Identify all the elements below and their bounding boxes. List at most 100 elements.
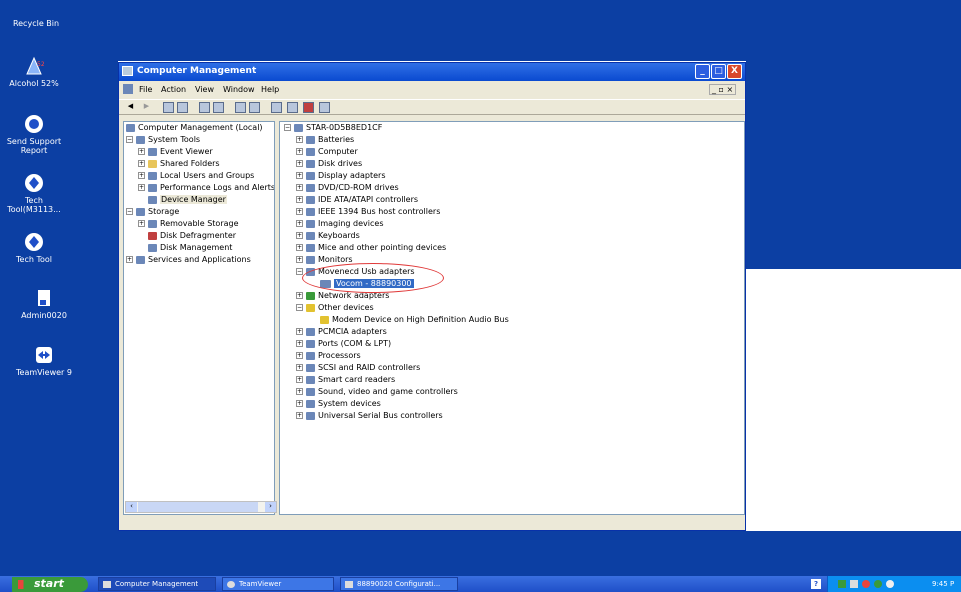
collapse-icon[interactable]: − (126, 136, 133, 143)
desktop-icon-tech-tool-m3113[interactable]: Tech Tool(M3113... (2, 173, 66, 214)
tree-item[interactable]: Disk Defragmenter (148, 230, 236, 242)
device-category[interactable]: + IEEE 1394 Bus host controllers (296, 206, 440, 218)
menu-help[interactable]: Help (261, 85, 279, 94)
scroll-right-icon[interactable]: › (265, 502, 276, 512)
tree-item[interactable]: − System Tools (126, 134, 200, 146)
menu-view[interactable]: View (195, 85, 214, 94)
desktop-icon-admin0020[interactable]: Admin0020 (12, 288, 76, 320)
expand-icon[interactable]: + (138, 148, 145, 155)
help-icon[interactable] (235, 102, 246, 113)
device-category[interactable]: + PCMCIA adapters (296, 326, 387, 338)
expand-icon[interactable]: + (296, 196, 303, 203)
menu-action[interactable]: Action (161, 85, 186, 94)
tree-item[interactable]: Disk Management (148, 242, 232, 254)
collapse-icon[interactable]: − (284, 124, 291, 131)
device-root[interactable]: − STAR-0D5B8ED1CF (284, 122, 382, 134)
horizontal-scrollbar[interactable]: ‹ › (125, 501, 277, 513)
shield-icon[interactable] (862, 580, 870, 588)
expand-icon[interactable]: + (296, 412, 303, 419)
expand-icon[interactable]: + (138, 220, 145, 227)
device-category[interactable]: + Computer (296, 146, 358, 158)
expand-icon[interactable]: + (138, 184, 145, 191)
device-category[interactable]: + Imaging devices (296, 218, 384, 230)
expand-icon[interactable]: + (296, 136, 303, 143)
expand-icon[interactable]: + (296, 256, 303, 263)
expand-icon[interactable]: + (138, 160, 145, 167)
device-category[interactable]: + Sound, video and game controllers (296, 386, 458, 398)
forward-arrow-icon[interactable]: ▶ (141, 102, 152, 113)
expand-icon[interactable]: + (296, 220, 303, 227)
tree-item[interactable]: + Removable Storage (138, 218, 239, 230)
tree-item-device-manager[interactable]: Device Manager (148, 194, 227, 206)
desktop-icon-recycle-bin[interactable]: Recycle Bin (4, 2, 68, 28)
desktop-icon-teamviewer[interactable]: TeamViewer 9 (12, 345, 76, 377)
maximize-button[interactable]: □ (711, 64, 726, 79)
expand-icon[interactable]: + (296, 232, 303, 239)
scan-hardware-icon[interactable] (271, 102, 282, 113)
tree-item[interactable]: + Event Viewer (138, 146, 213, 158)
expand-icon[interactable]: + (296, 184, 303, 191)
properties-icon[interactable] (199, 102, 210, 113)
device-category[interactable]: + Display adapters (296, 170, 386, 182)
task-configuration[interactable]: 88890020 Configurati... (340, 577, 458, 591)
scroll-left-icon[interactable]: ‹ (126, 502, 137, 512)
menu-file[interactable]: File (139, 85, 152, 94)
device-category[interactable]: + Universal Serial Bus controllers (296, 410, 443, 422)
expand-icon[interactable]: + (138, 172, 145, 179)
expand-icon[interactable]: + (296, 400, 303, 407)
teamviewer-tray-icon[interactable] (886, 580, 894, 588)
expand-icon[interactable]: + (296, 364, 303, 371)
tree-item[interactable]: + Local Users and Groups (138, 170, 254, 182)
desktop-icon-alcohol[interactable]: 52 Alcohol 52% (2, 56, 66, 88)
expand-icon[interactable]: + (296, 292, 303, 299)
device-category[interactable]: + IDE ATA/ATAPI controllers (296, 194, 418, 206)
disable-icon[interactable] (319, 102, 330, 113)
scroll-thumb[interactable] (138, 502, 258, 512)
expand-icon[interactable]: + (126, 256, 133, 263)
collapse-icon[interactable]: − (296, 304, 303, 311)
device-category[interactable]: + Processors (296, 350, 361, 362)
tree-item[interactable]: + Performance Logs and Alerts (138, 182, 274, 194)
device-category[interactable]: + Mice and other pointing devices (296, 242, 446, 254)
volume-icon[interactable] (850, 580, 858, 588)
back-arrow-icon[interactable]: ◀ (125, 102, 136, 113)
expand-icon[interactable]: + (296, 376, 303, 383)
collapse-icon[interactable]: − (296, 268, 303, 275)
collapse-icon[interactable]: − (126, 208, 133, 215)
expand-icon[interactable]: + (296, 208, 303, 215)
task-computer-management[interactable]: Computer Management (98, 577, 216, 591)
up-folder-icon[interactable] (163, 102, 174, 113)
child-window-controls[interactable]: _ ▫ × (709, 84, 737, 95)
device-category[interactable]: + SCSI and RAID controllers (296, 362, 420, 374)
tree-item[interactable]: + Services and Applications (126, 254, 251, 266)
device-category[interactable]: + Smart card readers (296, 374, 395, 386)
expand-icon[interactable]: + (296, 388, 303, 395)
tree-item[interactable]: − Storage (126, 206, 179, 218)
print-icon[interactable] (213, 102, 224, 113)
device-category[interactable]: + Keyboards (296, 230, 360, 242)
update-driver-icon[interactable] (287, 102, 298, 113)
expand-icon[interactable]: + (296, 172, 303, 179)
expand-icon[interactable]: + (296, 148, 303, 155)
device-category[interactable]: + Ports (COM & LPT) (296, 338, 391, 350)
device-category[interactable]: + Disk drives (296, 158, 362, 170)
desktop-icon-tech-tool[interactable]: Tech Tool (2, 232, 66, 264)
device-category[interactable]: + Batteries (296, 134, 354, 146)
tray-app-icon[interactable] (874, 580, 882, 588)
uninstall-icon[interactable] (303, 102, 314, 113)
details-view-icon[interactable] (249, 102, 260, 113)
device-category[interactable]: − Other devices (296, 302, 374, 314)
tree-item[interactable]: + Shared Folders (138, 158, 220, 170)
minimize-button[interactable]: _ (695, 64, 710, 79)
expand-icon[interactable]: + (296, 160, 303, 167)
device-modem[interactable]: Modem Device on High Definition Audio Bu… (320, 314, 509, 326)
window-titlebar[interactable]: Computer Management _ □ X (119, 63, 745, 81)
device-category[interactable]: + DVD/CD-ROM drives (296, 182, 399, 194)
tree-item[interactable]: Computer Management (Local) (126, 122, 263, 134)
desktop-icon-send-support[interactable]: Send Support Report (2, 114, 66, 155)
expand-icon[interactable]: + (296, 340, 303, 347)
menu-window[interactable]: Window (223, 85, 255, 94)
expand-icon[interactable]: + (296, 328, 303, 335)
network-icon[interactable] (838, 580, 846, 588)
help-icon[interactable]: ? (811, 579, 821, 589)
